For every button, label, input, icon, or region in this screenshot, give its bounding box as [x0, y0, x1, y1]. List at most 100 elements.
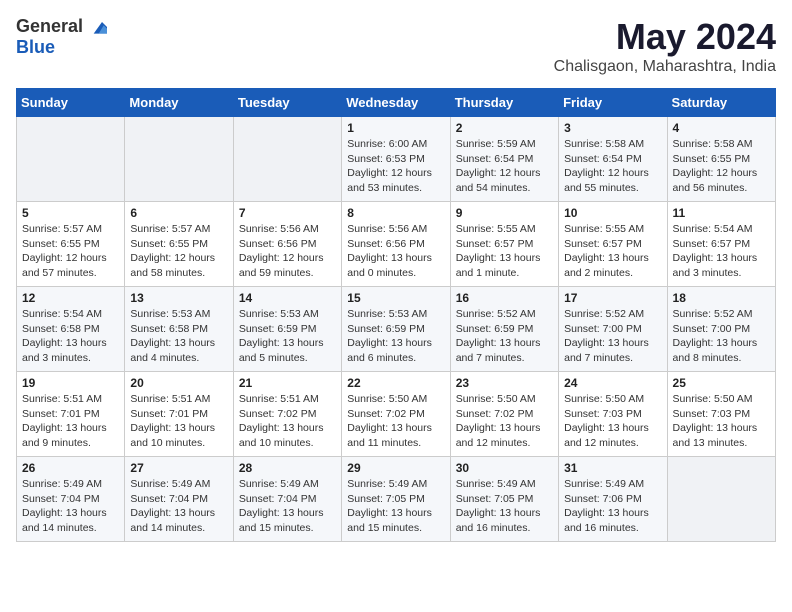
cell-content: Sunrise: 5:55 AMSunset: 6:57 PMDaylight:… [456, 222, 553, 281]
title-block: May 2024 Chalisgaon, Maharashtra, India [554, 16, 776, 76]
weekday-header: Thursday [450, 89, 558, 117]
day-number: 18 [673, 291, 770, 305]
weekday-header: Saturday [667, 89, 775, 117]
cell-content: Sunrise: 5:52 AMSunset: 6:59 PMDaylight:… [456, 307, 553, 366]
logo-general-text: General [16, 16, 83, 37]
calendar-cell: 9 Sunrise: 5:55 AMSunset: 6:57 PMDaylight… [450, 202, 558, 287]
cell-content: Sunrise: 5:50 AMSunset: 7:02 PMDaylight:… [456, 392, 553, 451]
day-number: 9 [456, 206, 553, 220]
calendar-cell: 3Sunrise: 5:58 AMSunset: 6:54 PMDaylight… [559, 117, 667, 202]
day-number: 23 [456, 376, 553, 390]
calendar-cell: 19 Sunrise: 5:51 AMSunset: 7:01 PMDayligh… [17, 372, 125, 457]
calendar-cell: 24Sunrise: 5:50 AMSunset: 7:03 PMDayligh… [559, 372, 667, 457]
calendar-cell: 1Sunrise: 6:00 AMSunset: 6:53 PMDaylight… [342, 117, 450, 202]
calendar-week-row: 12 Sunrise: 5:54 AMSunset: 6:58 PMDayligh… [17, 287, 776, 372]
day-number: 12 [22, 291, 119, 305]
cell-content: Sunrise: 5:54 AMSunset: 6:58 PMDaylight:… [22, 307, 119, 366]
day-number: 17 [564, 291, 661, 305]
calendar-cell: 28 Sunrise: 5:49 AMSunset: 7:04 PMDayligh… [233, 457, 341, 542]
calendar-cell: 10 Sunrise: 5:55 AMSunset: 6:57 PMDayligh… [559, 202, 667, 287]
calendar-cell: 11 Sunrise: 5:54 AMSunset: 6:57 PMDayligh… [667, 202, 775, 287]
weekday-header: Tuesday [233, 89, 341, 117]
calendar-cell: 23 Sunrise: 5:50 AMSunset: 7:02 PMDayligh… [450, 372, 558, 457]
logo: General Blue [16, 16, 107, 58]
page-header: General Blue May 2024 Chalisgaon, Mahara… [16, 16, 776, 76]
cell-content: Sunrise: 5:56 AMSunset: 6:56 PMDaylight:… [239, 222, 336, 281]
day-number: 22 [347, 376, 444, 390]
calendar-week-row: 19 Sunrise: 5:51 AMSunset: 7:01 PMDayligh… [17, 372, 776, 457]
calendar-cell: 5 Sunrise: 5:57 AMSunset: 6:55 PMDaylight… [17, 202, 125, 287]
cell-content: Sunrise: 5:49 AMSunset: 7:06 PMDaylight:… [564, 477, 661, 536]
location-subtitle: Chalisgaon, Maharashtra, India [554, 58, 776, 76]
day-number: 5 [22, 206, 119, 220]
calendar-cell [125, 117, 233, 202]
day-number: 14 [239, 291, 336, 305]
calendar-cell: 14 Sunrise: 5:53 AMSunset: 6:59 PMDayligh… [233, 287, 341, 372]
calendar-cell: 21 Sunrise: 5:51 AMSunset: 7:02 PMDayligh… [233, 372, 341, 457]
weekday-header: Wednesday [342, 89, 450, 117]
day-number: 16 [456, 291, 553, 305]
day-number: 20 [130, 376, 227, 390]
calendar-cell [233, 117, 341, 202]
cell-content: Sunrise: 5:49 AMSunset: 7:04 PMDaylight:… [130, 477, 227, 536]
cell-content: Sunrise: 5:57 AMSunset: 6:55 PMDaylight:… [130, 222, 227, 281]
calendar-cell: 30Sunrise: 5:49 AMSunset: 7:05 PMDayligh… [450, 457, 558, 542]
cell-content: Sunrise: 5:55 AMSunset: 6:57 PMDaylight:… [564, 222, 661, 281]
logo-blue-text: Blue [16, 37, 55, 57]
calendar-week-row: 26 Sunrise: 5:49 AMSunset: 7:04 PMDayligh… [17, 457, 776, 542]
calendar-cell: 7Sunrise: 5:56 AMSunset: 6:56 PMDaylight… [233, 202, 341, 287]
calendar-cell: 8 Sunrise: 5:56 AMSunset: 6:56 PMDaylight… [342, 202, 450, 287]
calendar-cell: 20 Sunrise: 5:51 AMSunset: 7:01 PMDayligh… [125, 372, 233, 457]
weekday-header: Monday [125, 89, 233, 117]
calendar-cell: 26 Sunrise: 5:49 AMSunset: 7:04 PMDayligh… [17, 457, 125, 542]
calendar-cell [667, 457, 775, 542]
cell-content: Sunrise: 5:54 AMSunset: 6:57 PMDaylight:… [673, 222, 770, 281]
day-number: 4 [673, 121, 770, 135]
cell-content: Sunrise: 5:52 AMSunset: 7:00 PMDaylight:… [564, 307, 661, 366]
calendar-cell [17, 117, 125, 202]
calendar-cell: 13Sunrise: 5:53 AMSunset: 6:58 PMDayligh… [125, 287, 233, 372]
day-number: 6 [130, 206, 227, 220]
day-number: 31 [564, 461, 661, 475]
cell-content: Sunrise: 5:51 AMSunset: 7:02 PMDaylight:… [239, 392, 336, 451]
day-number: 25 [673, 376, 770, 390]
day-number: 26 [22, 461, 119, 475]
day-number: 15 [347, 291, 444, 305]
calendar-cell: 31 Sunrise: 5:49 AMSunset: 7:06 PMDayligh… [559, 457, 667, 542]
day-number: 10 [564, 206, 661, 220]
day-number: 3 [564, 121, 661, 135]
calendar-cell: 27Sunrise: 5:49 AMSunset: 7:04 PMDayligh… [125, 457, 233, 542]
calendar-cell: 2 Sunrise: 5:59 AMSunset: 6:54 PMDaylight… [450, 117, 558, 202]
day-number: 11 [673, 206, 770, 220]
cell-content: Sunrise: 5:51 AMSunset: 7:01 PMDaylight:… [130, 392, 227, 451]
cell-content: Sunrise: 5:56 AMSunset: 6:56 PMDaylight:… [347, 222, 444, 281]
header-row: SundayMondayTuesdayWednesdayThursdayFrid… [17, 89, 776, 117]
calendar-cell: 22 Sunrise: 5:50 AMSunset: 7:02 PMDayligh… [342, 372, 450, 457]
logo-icon [87, 17, 107, 37]
day-number: 29 [347, 461, 444, 475]
day-number: 19 [22, 376, 119, 390]
cell-content: Sunrise: 5:49 AMSunset: 7:05 PMDaylight:… [347, 477, 444, 536]
day-number: 2 [456, 121, 553, 135]
cell-content: Sunrise: 5:50 AMSunset: 7:02 PMDaylight:… [347, 392, 444, 451]
cell-content: Sunrise: 5:50 AMSunset: 7:03 PMDaylight:… [673, 392, 770, 451]
cell-content: Sunrise: 5:49 AMSunset: 7:04 PMDaylight:… [22, 477, 119, 536]
calendar-week-row: 1Sunrise: 6:00 AMSunset: 6:53 PMDaylight… [17, 117, 776, 202]
day-number: 21 [239, 376, 336, 390]
day-number: 28 [239, 461, 336, 475]
cell-content: Sunrise: 5:53 AMSunset: 6:59 PMDaylight:… [239, 307, 336, 366]
calendar-cell: 4Sunrise: 5:58 AMSunset: 6:55 PMDaylight… [667, 117, 775, 202]
calendar-table: SundayMondayTuesdayWednesdayThursdayFrid… [16, 88, 776, 542]
cell-content: Sunrise: 5:49 AMSunset: 7:04 PMDaylight:… [239, 477, 336, 536]
cell-content: Sunrise: 5:59 AMSunset: 6:54 PMDaylight:… [456, 137, 553, 196]
weekday-header: Friday [559, 89, 667, 117]
cell-content: Sunrise: 5:57 AMSunset: 6:55 PMDaylight:… [22, 222, 119, 281]
cell-content: Sunrise: 5:51 AMSunset: 7:01 PMDaylight:… [22, 392, 119, 451]
calendar-cell: 6 Sunrise: 5:57 AMSunset: 6:55 PMDaylight… [125, 202, 233, 287]
cell-content: Sunrise: 6:00 AMSunset: 6:53 PMDaylight:… [347, 137, 444, 196]
calendar-cell: 12 Sunrise: 5:54 AMSunset: 6:58 PMDayligh… [17, 287, 125, 372]
day-number: 8 [347, 206, 444, 220]
day-number: 13 [130, 291, 227, 305]
cell-content: Sunrise: 5:50 AMSunset: 7:03 PMDaylight:… [564, 392, 661, 451]
weekday-header: Sunday [17, 89, 125, 117]
